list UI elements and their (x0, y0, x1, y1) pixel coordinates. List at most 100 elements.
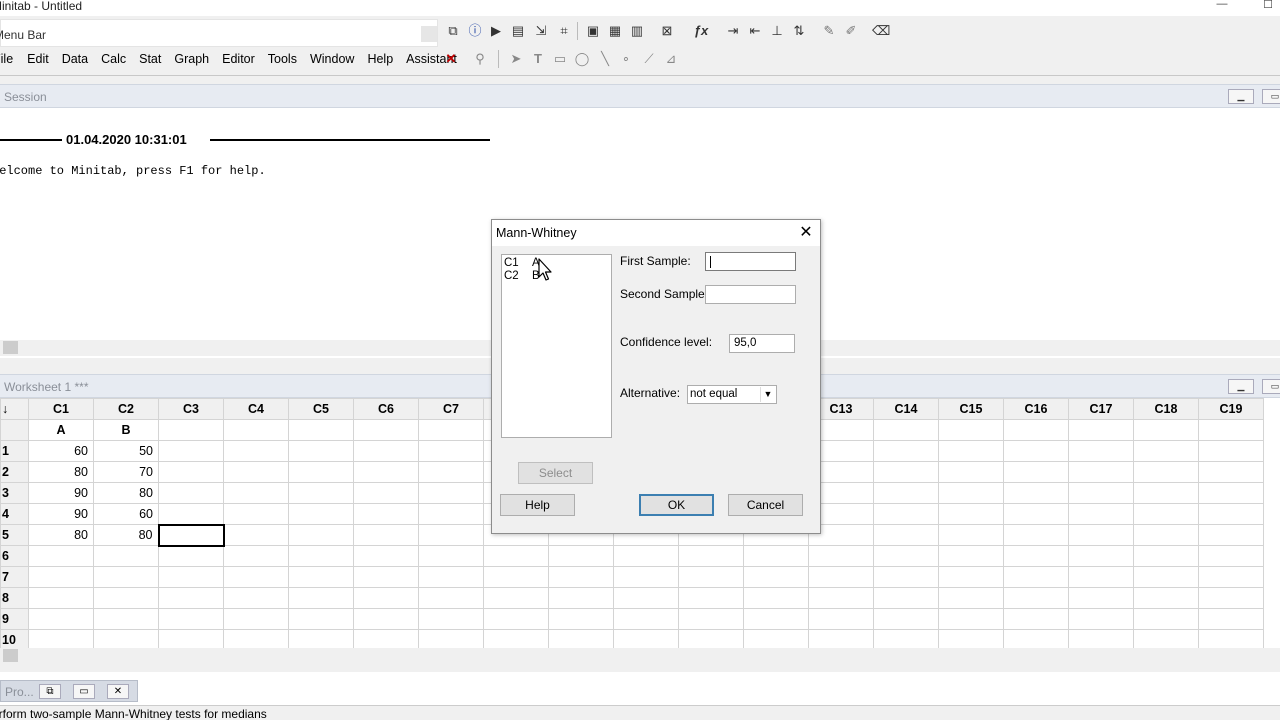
worksheet-cell[interactable] (808, 566, 874, 588)
worksheet-cell[interactable] (743, 545, 809, 567)
chevron-down-icon[interactable]: ▼ (760, 387, 775, 402)
worksheet-cell[interactable]: 70 (93, 461, 159, 483)
menu-stat[interactable]: Stat (139, 48, 161, 70)
worksheet-cell[interactable] (873, 566, 939, 588)
worksheet-cell[interactable] (1133, 566, 1199, 588)
worksheet-cell[interactable] (938, 587, 1004, 609)
close-icon[interactable]: ✕ (798, 225, 814, 241)
menu-file[interactable]: File (0, 48, 13, 70)
worksheet-cell[interactable] (938, 503, 1004, 525)
worksheet-cell[interactable] (353, 503, 419, 525)
menu-editor[interactable]: Editor (222, 48, 255, 70)
worksheet-cell[interactable] (1068, 545, 1134, 567)
row-header[interactable]: 4 (0, 503, 29, 525)
insert-rows-icon[interactable]: ⇤ (746, 22, 764, 40)
column-name-cell[interactable] (418, 419, 484, 441)
worksheet-cell[interactable] (548, 566, 614, 588)
polygon-tool-icon[interactable]: ⊿ (662, 50, 680, 68)
close-graphs-icon[interactable]: ⊠ (658, 22, 676, 40)
worksheet-cell[interactable] (808, 608, 874, 630)
worksheet-cell[interactable] (28, 587, 94, 609)
row-header[interactable]: 1 (0, 440, 29, 462)
worksheet-cell[interactable] (1198, 608, 1264, 630)
row-header[interactable]: 3 (0, 482, 29, 504)
worksheet-cell[interactable] (418, 608, 484, 630)
worksheet-cell[interactable] (418, 545, 484, 567)
menu-tools[interactable]: Tools (268, 48, 297, 70)
column-name-cell[interactable] (1003, 419, 1069, 441)
delete-icon[interactable]: ✕ (442, 50, 460, 68)
worksheet-cell[interactable] (1003, 461, 1069, 483)
dialog-title-bar[interactable]: Mann-Whitney (492, 220, 820, 246)
column-name-cell[interactable] (288, 419, 354, 441)
project-manager-icon[interactable]: ⇲ (532, 22, 550, 40)
worksheet-cell[interactable] (353, 482, 419, 504)
worksheet-cell[interactable] (1198, 503, 1264, 525)
row-header[interactable]: 2 (0, 461, 29, 483)
worksheet-cell[interactable] (223, 440, 289, 462)
worksheet-cell[interactable] (288, 440, 354, 462)
worksheet-cell[interactable] (613, 587, 679, 609)
row-header[interactable]: 7 (0, 566, 29, 588)
worksheet-cell[interactable] (223, 608, 289, 630)
project-manager-minimized[interactable]: Pro... ⧉ ▭ ✕ (0, 680, 138, 702)
worksheet-cell[interactable] (1003, 566, 1069, 588)
worksheet-cell[interactable] (1068, 461, 1134, 483)
worksheet-cell[interactable] (873, 482, 939, 504)
worksheet-cell[interactable] (93, 587, 159, 609)
show-graphs-icon[interactable]: ▣ (584, 22, 602, 40)
worksheet-cell[interactable] (223, 545, 289, 567)
worksheet-cell[interactable] (743, 566, 809, 588)
worksheet-cell[interactable] (158, 566, 224, 588)
worksheet-cell[interactable] (223, 503, 289, 525)
worksheet-cell[interactable] (873, 503, 939, 525)
worksheet-cell[interactable] (873, 587, 939, 609)
crosshair-icon[interactable]: ✐ (842, 22, 860, 40)
worksheet-cell[interactable] (158, 503, 224, 525)
column-header-c7[interactable]: C7 (418, 398, 484, 420)
worksheet-cell[interactable] (678, 587, 744, 609)
worksheet-cell[interactable] (353, 587, 419, 609)
worksheet-minimize-icon[interactable]: ▁ (1228, 379, 1254, 394)
menu-edit[interactable]: Edit (27, 48, 49, 70)
column-name-cell[interactable] (938, 419, 1004, 441)
active-cell[interactable] (157, 523, 225, 547)
data-direction-arrow-icon[interactable]: ↓ (0, 398, 29, 420)
rectangle-tool-icon[interactable]: ▭ (551, 50, 569, 68)
session-title-bar[interactable]: Session ▁ ▭ (0, 84, 1280, 108)
eraser-icon[interactable]: ⌫ (872, 22, 890, 40)
worksheet-cell[interactable] (93, 566, 159, 588)
row-header[interactable]: 8 (0, 587, 29, 609)
column-header-c2[interactable]: C2 (93, 398, 159, 420)
worksheet-cell[interactable] (223, 482, 289, 504)
worksheet-cell[interactable] (223, 587, 289, 609)
column-header-c17[interactable]: C17 (1068, 398, 1134, 420)
worksheet-cell[interactable] (1003, 482, 1069, 504)
column-header-c19[interactable]: C19 (1198, 398, 1264, 420)
maximize-icon[interactable]: ☐ (1258, 0, 1278, 14)
column-name-cell[interactable]: A (28, 419, 94, 441)
worksheet-cell[interactable] (548, 545, 614, 567)
column-name-cell[interactable] (353, 419, 419, 441)
worksheet-cell[interactable] (1133, 461, 1199, 483)
text-tool-icon[interactable]: T (529, 50, 547, 68)
worksheet-cell[interactable] (873, 440, 939, 462)
worksheet-cell[interactable]: 80 (93, 524, 159, 546)
worksheet-cell[interactable] (1198, 440, 1264, 462)
worksheet-cell[interactable] (938, 482, 1004, 504)
worksheet-cell[interactable] (28, 608, 94, 630)
worksheet-cell[interactable] (1133, 503, 1199, 525)
worksheet-cell[interactable] (353, 440, 419, 462)
worksheet-cell[interactable] (288, 524, 354, 546)
column-header-c1[interactable]: C1 (28, 398, 94, 420)
worksheet-cell[interactable] (483, 566, 549, 588)
worksheet-cell[interactable] (158, 545, 224, 567)
worksheet-cell[interactable] (1198, 482, 1264, 504)
zoom-icon[interactable]: ⚲ (471, 50, 489, 68)
move-columns-icon[interactable]: ⇅ (790, 22, 808, 40)
column-header-c14[interactable]: C14 (873, 398, 939, 420)
worksheet-cell[interactable] (1133, 524, 1199, 546)
worksheet-cell[interactable] (418, 503, 484, 525)
help-button[interactable]: Help (500, 494, 575, 516)
worksheet-cell[interactable] (93, 545, 159, 567)
